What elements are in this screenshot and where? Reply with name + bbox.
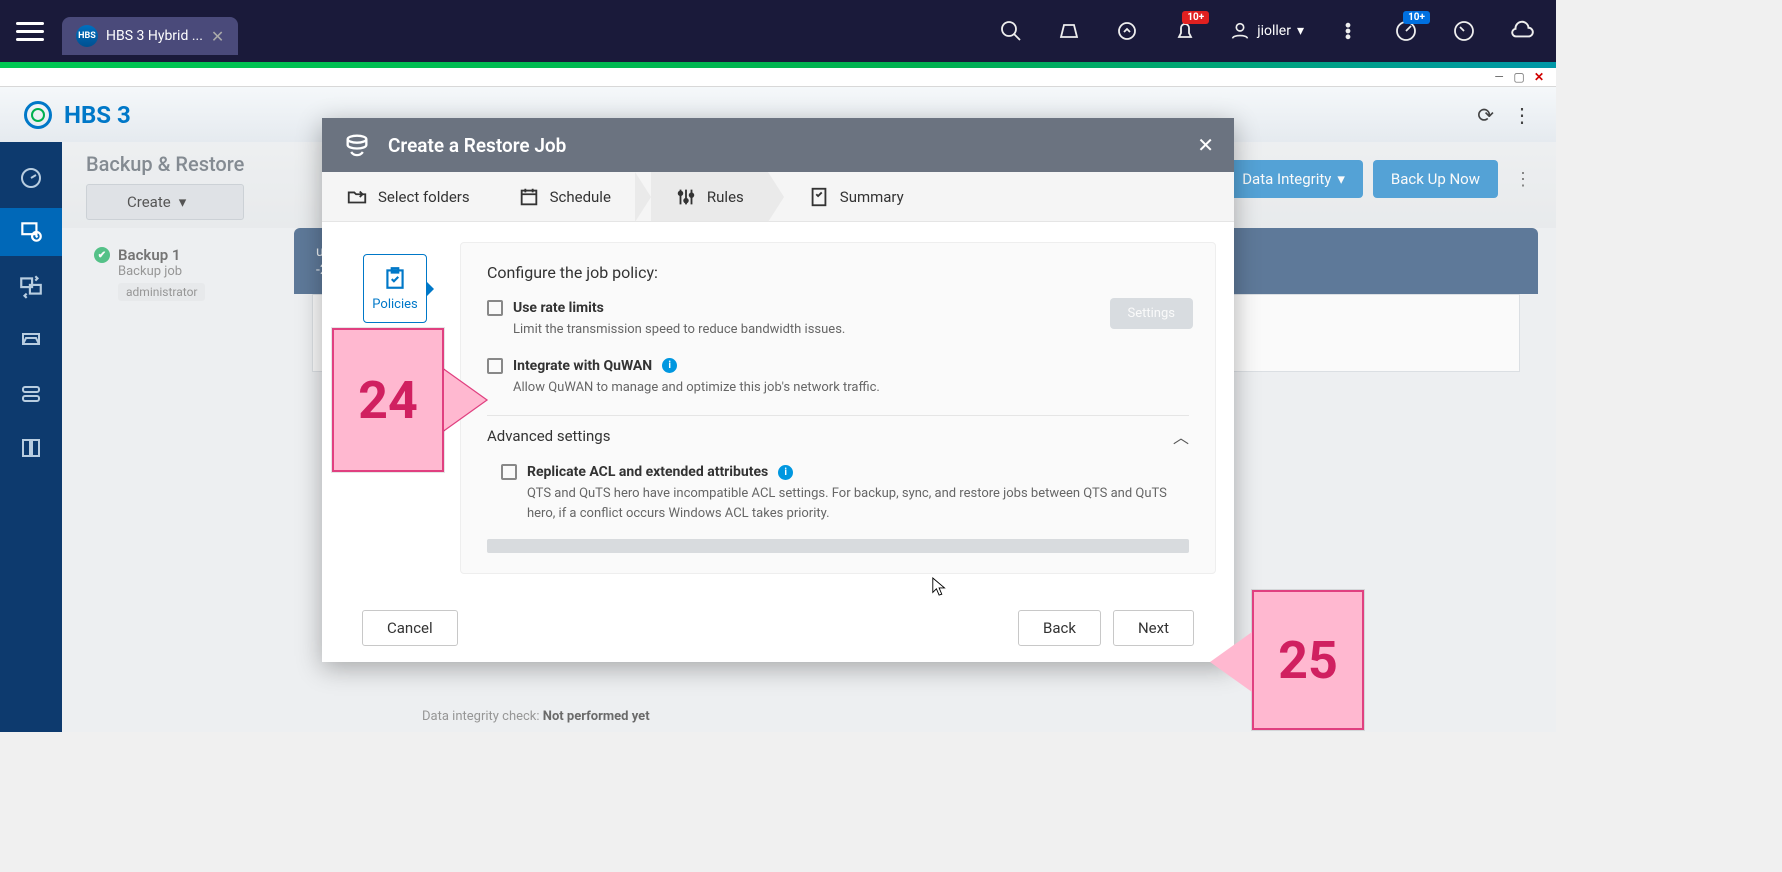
step-select-folders[interactable]: Select folders xyxy=(322,172,494,221)
menu-hamburger-icon[interactable] xyxy=(16,22,44,41)
modal-title: Create a Restore Job xyxy=(388,134,566,157)
modal-header: Create a Restore Job ✕ xyxy=(322,118,1234,172)
section-title: Backup & Restore xyxy=(86,152,244,176)
notifications-bell-icon[interactable]: 10+ xyxy=(1171,17,1199,45)
rail-storage[interactable] xyxy=(0,316,62,364)
side-tab-options[interactable]: Options xyxy=(365,353,426,420)
wizard-steps: Select folders Schedule Rules Summary xyxy=(322,172,1234,222)
info-icon[interactable]: i xyxy=(662,358,677,373)
step-rules[interactable]: Rules xyxy=(651,172,768,221)
info-icon[interactable]: i xyxy=(778,465,793,480)
rate-limit-desc: Limit the transmission speed to reduce b… xyxy=(513,320,1189,340)
advanced-toggle[interactable]: Advanced settings ︿ xyxy=(487,415,1189,456)
cloud-icon[interactable] xyxy=(1508,17,1536,45)
nav-rail xyxy=(0,142,62,732)
acl-checkbox[interactable] xyxy=(501,464,517,480)
rail-overview[interactable] xyxy=(0,154,62,202)
gauge-icon[interactable] xyxy=(1450,17,1478,45)
modal-footer: Cancel Back Next xyxy=(322,594,1234,662)
quwan-label: Integrate with QuWAN xyxy=(513,358,652,374)
step-summary[interactable]: Summary xyxy=(784,172,928,221)
cloud-sync-icon[interactable] xyxy=(1113,17,1141,45)
step-sep-icon xyxy=(768,172,784,222)
chevron-up-icon: ︿ xyxy=(1173,424,1189,448)
side-tab-policies[interactable]: Policies xyxy=(363,254,426,323)
hbs-logo-icon xyxy=(24,101,52,129)
chevron-down-icon: ▾ xyxy=(1337,170,1345,188)
rate-limit-checkbox[interactable] xyxy=(487,300,503,316)
restore-icon xyxy=(342,130,372,160)
advanced-title: Advanced settings xyxy=(487,427,610,445)
user-menu[interactable]: jioller ▾ xyxy=(1229,20,1304,42)
notif-badge: 10+ xyxy=(1182,11,1209,24)
rate-limit-label: Use rate limits xyxy=(513,300,604,316)
quwan-checkbox[interactable] xyxy=(487,358,503,374)
status-ok-icon: ✔ xyxy=(94,247,110,263)
policy-heading: Configure the job policy: xyxy=(487,263,1189,282)
user-name: jioller xyxy=(1257,23,1291,39)
hbs-app-icon: HBS xyxy=(76,25,98,47)
user-caret-icon: ▾ xyxy=(1297,23,1304,39)
rules-side-tabs: Policies Options xyxy=(340,242,450,574)
rate-settings-button: Settings xyxy=(1110,298,1193,329)
cancel-button[interactable]: Cancel xyxy=(362,610,458,646)
window-tab[interactable]: HBS HBS 3 Hybrid ... ✕ xyxy=(62,17,238,55)
job-item[interactable]: ✔ Backup 1 Backup job administrator xyxy=(80,238,294,309)
create-dropdown[interactable]: Create▾ xyxy=(86,184,244,220)
backup-now-button[interactable]: Back Up Now xyxy=(1373,160,1498,198)
rail-logs[interactable] xyxy=(0,424,62,472)
scrollbar[interactable] xyxy=(487,539,1189,553)
rail-backup-restore[interactable] xyxy=(0,208,62,256)
window-close-icon[interactable]: ✕ xyxy=(1532,70,1546,84)
job-name: Backup 1 xyxy=(118,246,180,264)
integrity-status: Data integrity check: Not performed yet xyxy=(422,709,650,724)
window-minimize-icon[interactable]: — xyxy=(1492,70,1506,84)
rail-sync[interactable] xyxy=(0,262,62,310)
quwan-desc: Allow QuWAN to manage and optimize this … xyxy=(513,378,1189,398)
job-list: ✔ Backup 1 Backup job administrator xyxy=(80,228,294,372)
tab-title: HBS 3 Hybrid ... xyxy=(106,28,203,44)
volumes-icon[interactable] xyxy=(1055,17,1083,45)
policy-form: Configure the job policy: Use rate limit… xyxy=(460,242,1216,574)
section-more-icon[interactable]: ⋮ xyxy=(1508,160,1538,198)
job-type: Backup job xyxy=(118,264,280,279)
modal-close-icon[interactable]: ✕ xyxy=(1197,133,1214,157)
window-controls: — ▢ ✕ xyxy=(0,68,1556,86)
job-user: administrator xyxy=(118,283,205,301)
restore-job-modal: Create a Restore Job ✕ Select folders Sc… xyxy=(322,118,1234,662)
next-button[interactable]: Next xyxy=(1113,610,1194,646)
data-integrity-button[interactable]: Data Integrity▾ xyxy=(1224,160,1363,198)
step-sep-icon xyxy=(635,172,651,222)
cursor-icon xyxy=(931,576,949,598)
app-more-icon[interactable]: ⋮ xyxy=(1512,103,1532,127)
chevron-down-icon: ▾ xyxy=(179,193,187,211)
search-icon[interactable] xyxy=(997,17,1025,45)
close-tab-icon[interactable]: ✕ xyxy=(211,27,224,46)
dashboard-speed-icon[interactable]: 10+ xyxy=(1392,17,1420,45)
back-button[interactable]: Back xyxy=(1018,610,1101,646)
app-name: HBS 3 xyxy=(64,101,131,129)
rail-servers[interactable] xyxy=(0,370,62,418)
step-schedule[interactable]: Schedule xyxy=(494,172,635,221)
speed-badge: 10+ xyxy=(1403,11,1430,24)
acl-label: Replicate ACL and extended attributes xyxy=(527,464,768,480)
acl-desc: QTS and QuTS hero have incompatible ACL … xyxy=(527,484,1189,523)
system-top-bar: HBS HBS 3 Hybrid ... ✕ 10+ jioller ▾ 10+ xyxy=(0,0,1556,62)
more-vert-icon[interactable] xyxy=(1334,17,1362,45)
window-maximize-icon[interactable]: ▢ xyxy=(1512,70,1526,84)
refresh-icon[interactable]: ⟳ xyxy=(1477,103,1494,127)
